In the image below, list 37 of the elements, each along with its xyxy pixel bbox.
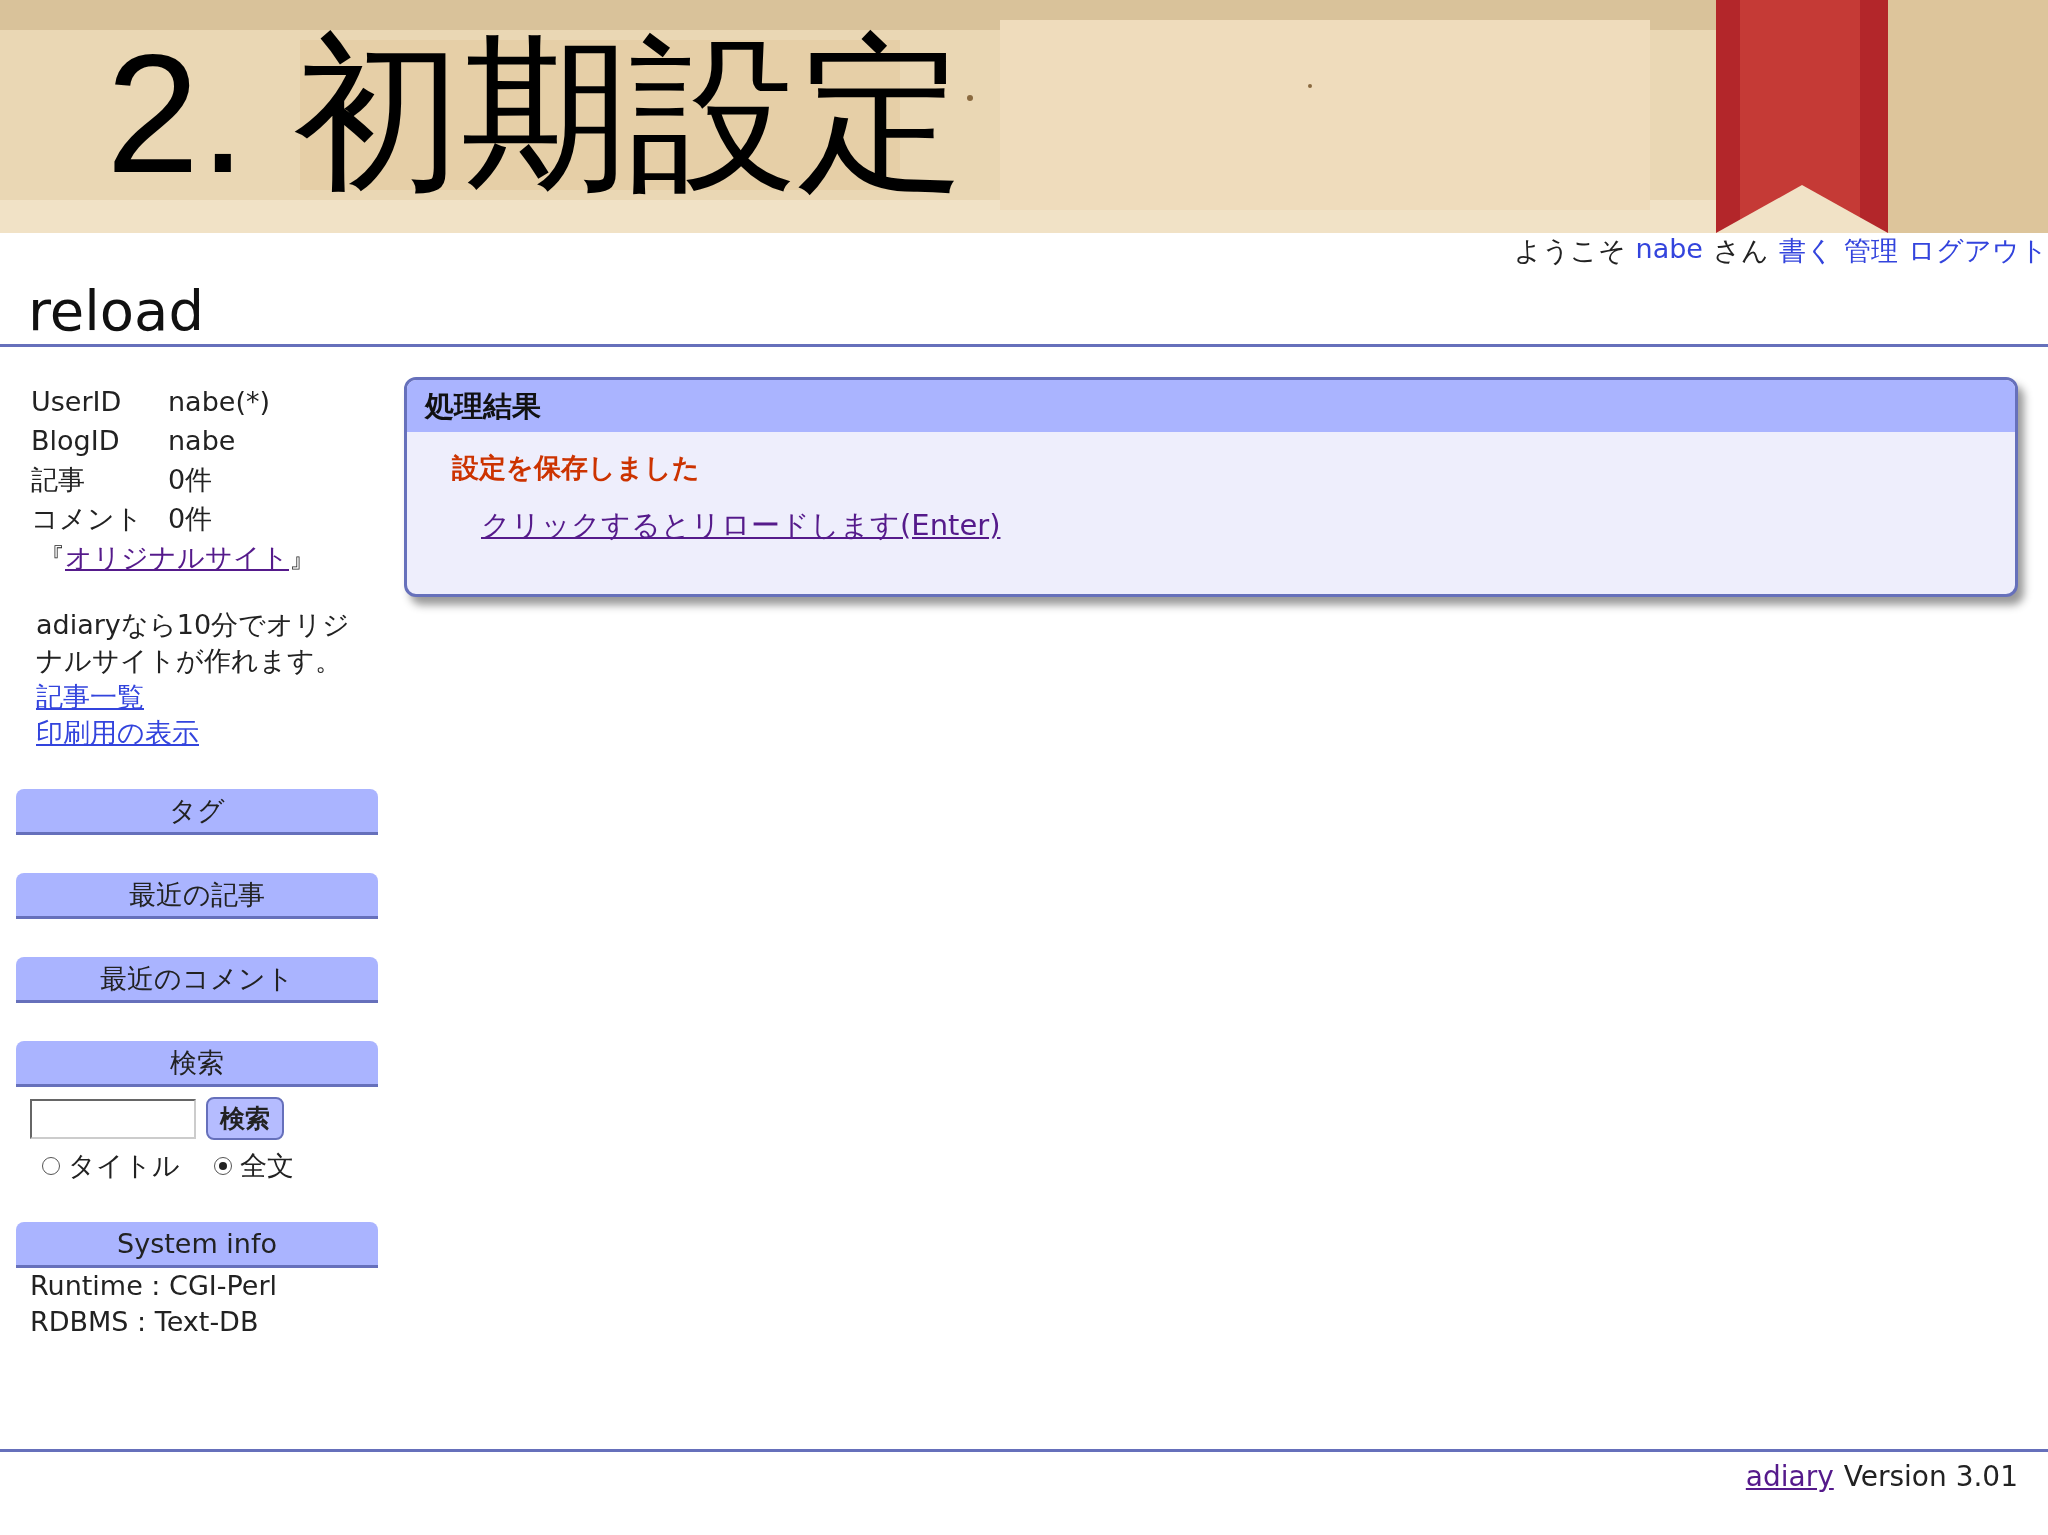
status-message: 設定を保存しました bbox=[452, 451, 701, 486]
info-label: BlogID bbox=[31, 424, 121, 458]
search-button[interactable]: 検索 bbox=[206, 1097, 284, 1141]
radio-label: 全文 bbox=[240, 1149, 294, 1184]
header-link[interactable]: 書く bbox=[1779, 233, 1834, 269]
panel-title: 処理結果 bbox=[407, 380, 2015, 433]
header-link[interactable]: ログアウト bbox=[1908, 233, 2048, 269]
system-info-text: RDBMS : Text-DB bbox=[30, 1305, 260, 1340]
section-header: 最近のコメント bbox=[16, 957, 378, 1004]
sidebar-link[interactable]: 記事一覧 bbox=[36, 679, 144, 716]
description-text: adiaryなら10分でオリジナルサイトが作れます。 bbox=[36, 608, 352, 679]
section-header: 検索 bbox=[16, 1041, 378, 1088]
site-link[interactable]: オリジナルサイト bbox=[65, 542, 289, 574]
info-label: コメント bbox=[31, 502, 144, 536]
greeting-text: ようこそ bbox=[1513, 234, 1626, 268]
system-info-text: Runtime : CGI-Perl bbox=[30, 1269, 279, 1304]
section-header: タグ bbox=[16, 789, 378, 836]
user-link[interactable]: nabe bbox=[1635, 233, 1703, 269]
sidebar-link[interactable]: 印刷用の表示 bbox=[36, 715, 199, 752]
blog-title: reload bbox=[0, 269, 2048, 348]
version-text: Version 3.01 bbox=[1843, 1460, 2018, 1493]
adiary-link[interactable]: adiary bbox=[1745, 1460, 1834, 1493]
info-label: UserID bbox=[31, 385, 123, 419]
info-value: nabe(*) bbox=[168, 385, 271, 419]
info-value: 0件 bbox=[168, 463, 214, 497]
info-value: 0件 bbox=[168, 502, 214, 536]
info-label: 記事 bbox=[31, 463, 86, 497]
header-link[interactable]: 管理 bbox=[1844, 233, 1898, 269]
section-header: System info bbox=[16, 1222, 378, 1269]
honorific-text: さん bbox=[1713, 234, 1769, 268]
section-header: 最近の記事 bbox=[16, 873, 378, 920]
search-field[interactable] bbox=[30, 1098, 196, 1139]
slide-title: 2. 初期設定 bbox=[105, 19, 965, 207]
info-value: nabe bbox=[168, 424, 237, 458]
reload-link[interactable]: クリックするとリロードします(Enter) bbox=[481, 506, 1001, 547]
site-link-text: 『オリジナルサイト』 bbox=[38, 541, 317, 576]
radio-label: タイトル bbox=[68, 1149, 180, 1184]
